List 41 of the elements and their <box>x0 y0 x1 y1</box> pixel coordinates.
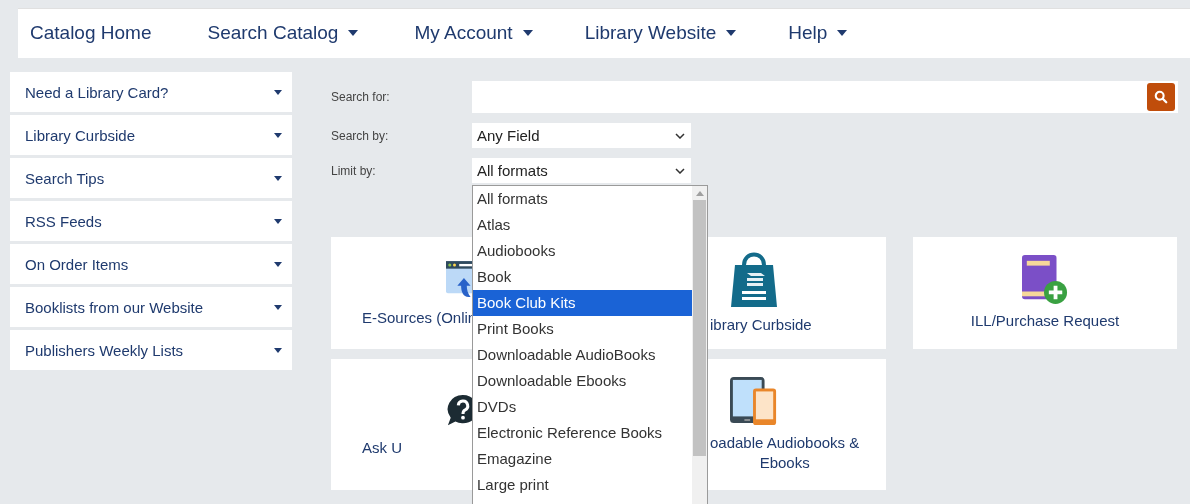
sidebar-item[interactable]: Library Curbside <box>10 115 292 155</box>
shopping-bag-icon <box>729 251 779 309</box>
search-by-label: Search by: <box>331 128 390 143</box>
caret-icon <box>274 175 282 181</box>
limit-by-select[interactable]: All formats <box>472 158 691 183</box>
link-tile[interactable]: ILL/Purchase Request <box>913 237 1177 349</box>
nav-link[interactable]: Library Website <box>584 22 737 44</box>
sidebar-item[interactable]: Publishers Weekly Lists <box>10 330 292 370</box>
search-field[interactable] <box>472 81 1178 113</box>
sidebar-item[interactable]: Booklists from our Website <box>10 287 292 327</box>
sidebar-item[interactable]: Need a Library Card? <box>10 72 292 112</box>
caret-icon <box>274 218 282 224</box>
caret-icon <box>274 89 282 95</box>
tablet-phone-icon <box>730 376 778 427</box>
tile-label: oadable Audiobooks & Ebooks <box>710 432 860 473</box>
format-option[interactable]: Book Club Kits <box>473 290 692 316</box>
search-icon <box>1154 90 1168 104</box>
nav-link[interactable]: Search Catalog <box>207 22 359 44</box>
tile-label: ibrary Curbside <box>710 315 812 335</box>
caret-icon <box>274 347 282 353</box>
nav-link[interactable]: Help <box>788 22 848 44</box>
nav-link[interactable]: My Account <box>414 22 533 44</box>
caret-icon <box>274 261 282 267</box>
limit-by-label: Limit by: <box>331 163 377 178</box>
tile-label: ILL/Purchase Request <box>970 311 1120 331</box>
nav-link[interactable]: Catalog Home <box>30 22 152 44</box>
search-for-label: Search for: <box>331 90 391 104</box>
book-plus-icon <box>1022 255 1068 305</box>
sidebar-item[interactable]: Search Tips <box>10 158 292 198</box>
caret-icon <box>274 304 282 310</box>
search-by-select[interactable]: Any Field <box>472 123 691 148</box>
tile-label: Ask U <box>362 437 402 458</box>
chevron-down-icon <box>675 167 685 174</box>
format-option[interactable]: Atlas <box>473 212 692 238</box>
scrollbar[interactable] <box>692 186 707 504</box>
format-option[interactable]: All formats <box>473 186 692 212</box>
search-button[interactable] <box>1147 83 1175 111</box>
caret-icon <box>274 132 282 138</box>
sidebar-item[interactable]: On Order Items <box>10 244 292 284</box>
chevron-down-icon <box>675 132 685 139</box>
sidebar-item[interactable]: RSS Feeds <box>10 201 292 241</box>
